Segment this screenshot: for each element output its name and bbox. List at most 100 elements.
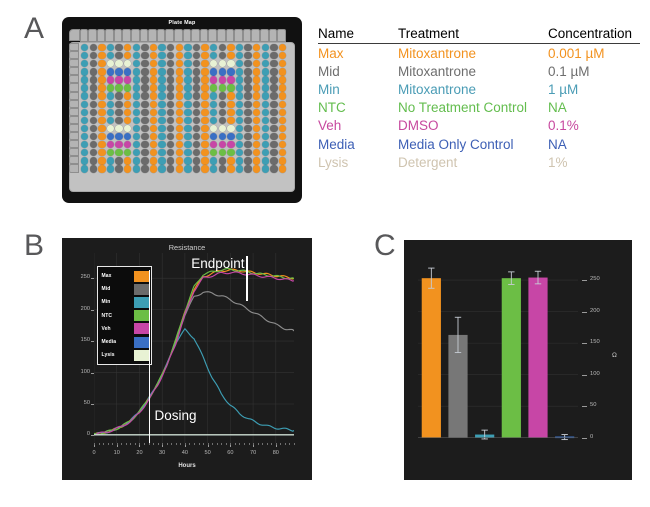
plate-well-C7[interactable] (132, 60, 141, 68)
plate-well-N14[interactable] (192, 149, 201, 157)
plate-well-J22[interactable] (261, 116, 269, 125)
plate-well-I7[interactable] (132, 108, 141, 116)
plate-well-A11[interactable] (167, 43, 175, 52)
plate-well-F21[interactable] (252, 84, 261, 92)
plate-well-H15[interactable] (201, 100, 209, 108)
plate-well-F23[interactable] (270, 84, 278, 92)
plate-well-B13[interactable] (184, 51, 192, 60)
plate-column-tab-18[interactable] (225, 29, 235, 42)
plate-well-I20[interactable] (244, 108, 252, 116)
plate-well-E15[interactable] (201, 76, 209, 84)
plate-well-F24[interactable] (278, 84, 287, 92)
plate-well-A3[interactable] (98, 43, 106, 52)
plate-well-P14[interactable] (192, 165, 201, 173)
plate-well-N20[interactable] (244, 149, 252, 157)
plate-well-A4[interactable] (106, 43, 115, 52)
plate-well-P5[interactable] (115, 165, 123, 173)
plate-well-O9[interactable] (149, 157, 158, 165)
plate-well-I2[interactable] (89, 108, 98, 116)
plate-well-M6[interactable] (124, 140, 132, 149)
chart-c-bar-veh[interactable] (528, 277, 548, 438)
plate-well-E6[interactable] (124, 76, 132, 84)
plate-well-D12[interactable] (175, 68, 184, 76)
plate-well-K12[interactable] (175, 124, 184, 133)
plate-column-tab-13[interactable] (182, 29, 192, 42)
plate-well-D18[interactable] (227, 68, 235, 76)
plate-well-C8[interactable] (141, 60, 149, 68)
plate-well-F13[interactable] (184, 84, 192, 92)
plate-well-A10[interactable] (158, 43, 166, 52)
plate-well-G10[interactable] (158, 92, 166, 100)
plate-well-L6[interactable] (124, 132, 132, 141)
plate-well-K23[interactable] (270, 124, 278, 133)
plate-well-J3[interactable] (98, 116, 106, 125)
plate-well-J11[interactable] (167, 116, 175, 125)
plate-well-F12[interactable] (175, 84, 184, 92)
plate-well-F10[interactable] (158, 84, 166, 92)
plate-well-M13[interactable] (184, 140, 192, 149)
plate-well-J20[interactable] (244, 116, 252, 125)
plate-well-G8[interactable] (141, 92, 149, 100)
plate-well-N11[interactable] (167, 149, 175, 157)
plate-column-tab-20[interactable] (242, 29, 252, 42)
plate-well-F3[interactable] (98, 84, 106, 92)
plate-well-H2[interactable] (89, 100, 98, 108)
plate-well-H7[interactable] (132, 100, 141, 108)
plate-well-J7[interactable] (132, 116, 141, 125)
plate-well-I6[interactable] (124, 108, 132, 116)
plate-well-D24[interactable] (278, 68, 287, 76)
plate-well-I3[interactable] (98, 108, 106, 116)
plate-well-L24[interactable] (278, 132, 287, 141)
plate-well-P6[interactable] (124, 165, 132, 173)
plate-well-F2[interactable] (89, 84, 98, 92)
plate-well-G11[interactable] (167, 92, 175, 100)
plate-well-K22[interactable] (261, 124, 269, 133)
plate-well-A16[interactable] (210, 43, 218, 52)
plate-well-N24[interactable] (278, 149, 287, 157)
plate-well-H9[interactable] (149, 100, 158, 108)
plate-well-I22[interactable] (261, 108, 269, 116)
plate-row-tab-E[interactable] (69, 75, 79, 84)
plate-well-P16[interactable] (210, 165, 218, 173)
plate-well-N6[interactable] (124, 149, 132, 157)
plate-well-H6[interactable] (124, 100, 132, 108)
plate-well-H17[interactable] (218, 100, 226, 108)
plate-row-tab-N[interactable] (69, 148, 79, 157)
plate-well-C2[interactable] (89, 60, 98, 68)
plate-column-tab-8[interactable] (139, 29, 149, 42)
plate-well-L22[interactable] (261, 132, 269, 141)
plate-well-F4[interactable] (106, 84, 115, 92)
plate-well-H16[interactable] (210, 100, 218, 108)
plate-column-tab-3[interactable] (96, 29, 106, 42)
plate-well-J16[interactable] (210, 116, 218, 125)
plate-well-E13[interactable] (184, 76, 192, 84)
plate-well-L10[interactable] (158, 132, 166, 141)
plate-well-O11[interactable] (167, 157, 175, 165)
plate-well-L8[interactable] (141, 132, 149, 141)
plate-well-I16[interactable] (210, 108, 218, 116)
plate-well-H14[interactable] (192, 100, 201, 108)
plate-well-L4[interactable] (106, 132, 115, 141)
plate-well-K8[interactable] (141, 124, 149, 133)
plate-well-F7[interactable] (132, 84, 141, 92)
plate-well-C6[interactable] (124, 60, 132, 68)
plate-well-N3[interactable] (98, 149, 106, 157)
plate-well-C20[interactable] (244, 60, 252, 68)
plate-well-O19[interactable] (235, 157, 244, 165)
plate-well-E21[interactable] (252, 76, 261, 84)
plate-well-G21[interactable] (252, 92, 261, 100)
plate-column-tab-12[interactable] (174, 29, 183, 42)
plate-well-A15[interactable] (201, 43, 209, 52)
plate-well-M23[interactable] (270, 140, 278, 149)
chart-b-legend-item-lysis[interactable]: Lysis (101, 349, 149, 362)
plate-well-K6[interactable] (124, 124, 132, 133)
plate-well-A24[interactable] (278, 43, 287, 52)
plate-well-H24[interactable] (278, 100, 287, 108)
plate-well-G7[interactable] (132, 92, 141, 100)
plate-well-A14[interactable] (192, 43, 201, 52)
plate-well-H8[interactable] (141, 100, 149, 108)
chart-b-legend-item-mid[interactable]: Mid (101, 283, 149, 296)
plate-well-H11[interactable] (167, 100, 175, 108)
plate-well-B10[interactable] (158, 51, 166, 60)
plate-well-G23[interactable] (270, 92, 278, 100)
